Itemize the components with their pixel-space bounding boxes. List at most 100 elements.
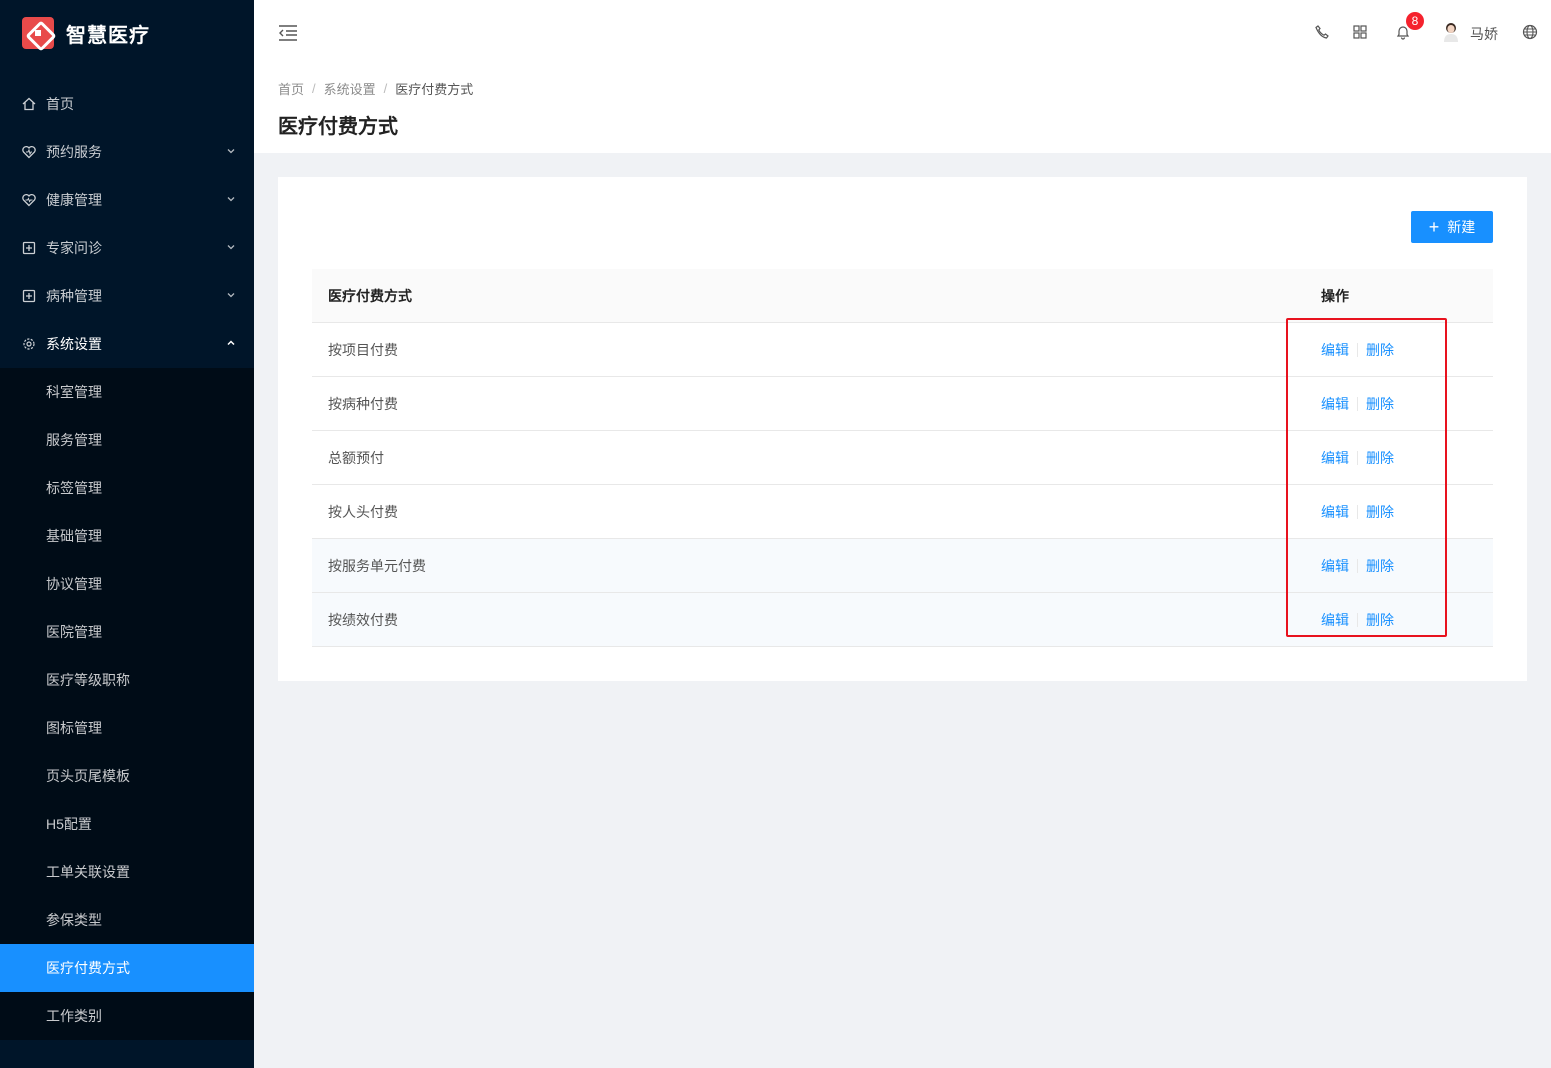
sidebar-subitem[interactable]: 协议管理 <box>0 560 254 608</box>
sidebar: 智慧医疗 首页 预约服务 健康管理 专家问诊 病种管理 系统设置 科室管理 服务… <box>0 0 254 1068</box>
chevron-down-icon <box>227 293 235 298</box>
sidebar-item-appointment[interactable]: 预约服务 <box>0 128 254 176</box>
sidebar-subitem-active[interactable]: 医疗付费方式 <box>0 944 254 992</box>
sidebar-subitem[interactable]: 工作类别 <box>0 992 254 1040</box>
breadcrumb-current: 医疗付费方式 <box>395 82 474 97</box>
payment-method-name: 按服务单元付费 <box>328 557 426 574</box>
content-card: + 新建 医疗付费方式 操作 按项目付费 编辑 删除 按病种付费 编辑 删除 总… <box>278 177 1527 681</box>
sidebar-item-label: 医疗等级职称 <box>46 672 130 688</box>
heart-icon <box>22 145 36 159</box>
sidebar-item-label: 协议管理 <box>46 576 102 592</box>
delete-link[interactable]: 删除 <box>1366 394 1394 414</box>
edit-link[interactable]: 编辑 <box>1321 610 1349 630</box>
payment-method-name: 按病种付费 <box>328 395 398 412</box>
edit-link[interactable]: 编辑 <box>1321 340 1349 360</box>
sidebar-item-label: 病种管理 <box>46 288 102 304</box>
new-button[interactable]: + 新建 <box>1411 211 1493 243</box>
table-row: 按服务单元付费 编辑 删除 <box>312 539 1493 593</box>
delete-link[interactable]: 删除 <box>1366 448 1394 468</box>
sidebar-item-label: 科室管理 <box>46 384 102 400</box>
table-row: 按病种付费 编辑 删除 <box>312 377 1493 431</box>
chevron-down-icon <box>227 245 235 250</box>
home-icon <box>22 97 36 111</box>
sidebar-subitem[interactable]: 医院管理 <box>0 608 254 656</box>
edit-link[interactable]: 编辑 <box>1321 448 1349 468</box>
page-header: 首页 / 系统设置 / 医疗付费方式 医疗付费方式 <box>254 64 1551 153</box>
row-actions: 编辑 删除 <box>1321 340 1394 360</box>
sidebar-subitem[interactable]: 标签管理 <box>0 464 254 512</box>
app-title: 智慧医疗 <box>66 24 150 47</box>
delete-link[interactable]: 删除 <box>1366 556 1394 576</box>
breadcrumb-item[interactable]: 首页 <box>278 79 304 98</box>
settings-submenu: 科室管理 服务管理 标签管理 基础管理 协议管理 医院管理 医疗等级职称 图标管… <box>0 368 254 1040</box>
table-row: 按绩效付费 编辑 删除 <box>312 593 1493 647</box>
logo[interactable]: 智慧医疗 <box>0 0 254 66</box>
plus-square-icon <box>22 241 36 255</box>
sidebar-item-label: 医疗付费方式 <box>46 960 130 976</box>
avatar[interactable] <box>1442 22 1460 42</box>
apps-grid-icon[interactable] <box>1352 24 1368 40</box>
action-divider <box>1357 450 1358 465</box>
page-title: 医疗付费方式 <box>278 116 398 138</box>
sidebar-subitem[interactable]: 参保类型 <box>0 896 254 944</box>
sidebar-subitem[interactable]: 页头页尾模板 <box>0 752 254 800</box>
row-actions: 编辑 删除 <box>1321 448 1394 468</box>
sidebar-item-label: 健康管理 <box>46 192 102 208</box>
sidebar-item-health[interactable]: 健康管理 <box>0 176 254 224</box>
globe-icon[interactable] <box>1522 24 1538 40</box>
delete-link[interactable]: 删除 <box>1366 340 1394 360</box>
phone-icon[interactable] <box>1314 24 1330 40</box>
delete-link[interactable]: 删除 <box>1366 502 1394 522</box>
sidebar-item-disease[interactable]: 病种管理 <box>0 272 254 320</box>
sidebar-subitem[interactable]: 服务管理 <box>0 416 254 464</box>
action-divider <box>1357 558 1358 573</box>
row-actions: 编辑 删除 <box>1321 502 1394 522</box>
sidebar-item-settings[interactable]: 系统设置 <box>0 320 254 368</box>
payment-method-name: 按项目付费 <box>328 341 398 358</box>
edit-link[interactable]: 编辑 <box>1321 394 1349 414</box>
action-divider <box>1357 396 1358 411</box>
column-header-actions: 操作 <box>1321 287 1349 304</box>
user-name[interactable]: 马娇 <box>1470 24 1498 44</box>
action-divider <box>1357 504 1358 519</box>
sidebar-item-home[interactable]: 首页 <box>0 80 254 128</box>
sidebar-item-label: 系统设置 <box>46 336 102 352</box>
sidebar-item-label: 工作类别 <box>46 1008 102 1024</box>
table-row: 总额预付 编辑 删除 <box>312 431 1493 485</box>
breadcrumb-separator: / <box>312 81 316 96</box>
menu-fold-icon[interactable] <box>278 24 298 42</box>
row-actions: 编辑 删除 <box>1321 394 1394 414</box>
payment-method-name: 按人头付费 <box>328 503 398 520</box>
sidebar-item-label: 医院管理 <box>46 624 102 640</box>
sidebar-subitem[interactable]: 医疗等级职称 <box>0 656 254 704</box>
table-header: 医疗付费方式 操作 <box>312 269 1493 323</box>
breadcrumb-item[interactable]: 系统设置 <box>324 79 376 98</box>
action-divider <box>1357 342 1358 357</box>
edit-link[interactable]: 编辑 <box>1321 502 1349 522</box>
sidebar-item-label: 图标管理 <box>46 720 102 736</box>
sidebar-subitem[interactable]: H5配置 <box>0 800 254 848</box>
sidebar-item-label: 预约服务 <box>46 144 102 160</box>
column-header-name: 医疗付费方式 <box>328 287 412 304</box>
delete-link[interactable]: 删除 <box>1366 610 1394 630</box>
notification-badge: 8 <box>1406 12 1424 30</box>
sidebar-item-label: 基础管理 <box>46 528 102 544</box>
table-row: 按项目付费 编辑 删除 <box>312 323 1493 377</box>
edit-link[interactable]: 编辑 <box>1321 556 1349 576</box>
sidebar-subitem[interactable]: 科室管理 <box>0 368 254 416</box>
payment-method-table: 医疗付费方式 操作 按项目付费 编辑 删除 按病种付费 编辑 删除 总额预付 编… <box>312 269 1493 647</box>
new-button-label: 新建 <box>1447 219 1476 235</box>
sidebar-subitem[interactable]: 工单关联设置 <box>0 848 254 896</box>
row-actions: 编辑 删除 <box>1321 556 1394 576</box>
gear-icon <box>22 337 36 351</box>
sidebar-item-label: H5配置 <box>46 816 92 832</box>
sidebar-item-label: 工单关联设置 <box>46 864 130 880</box>
chevron-up-icon <box>227 340 235 346</box>
plus-icon: + <box>1428 217 1440 237</box>
chevron-down-icon <box>227 197 235 202</box>
sidebar-item-consultation[interactable]: 专家问诊 <box>0 224 254 272</box>
top-header: 8 马娇 <box>254 0 1551 64</box>
sidebar-subitem[interactable]: 基础管理 <box>0 512 254 560</box>
row-actions: 编辑 删除 <box>1321 610 1394 630</box>
sidebar-subitem[interactable]: 图标管理 <box>0 704 254 752</box>
